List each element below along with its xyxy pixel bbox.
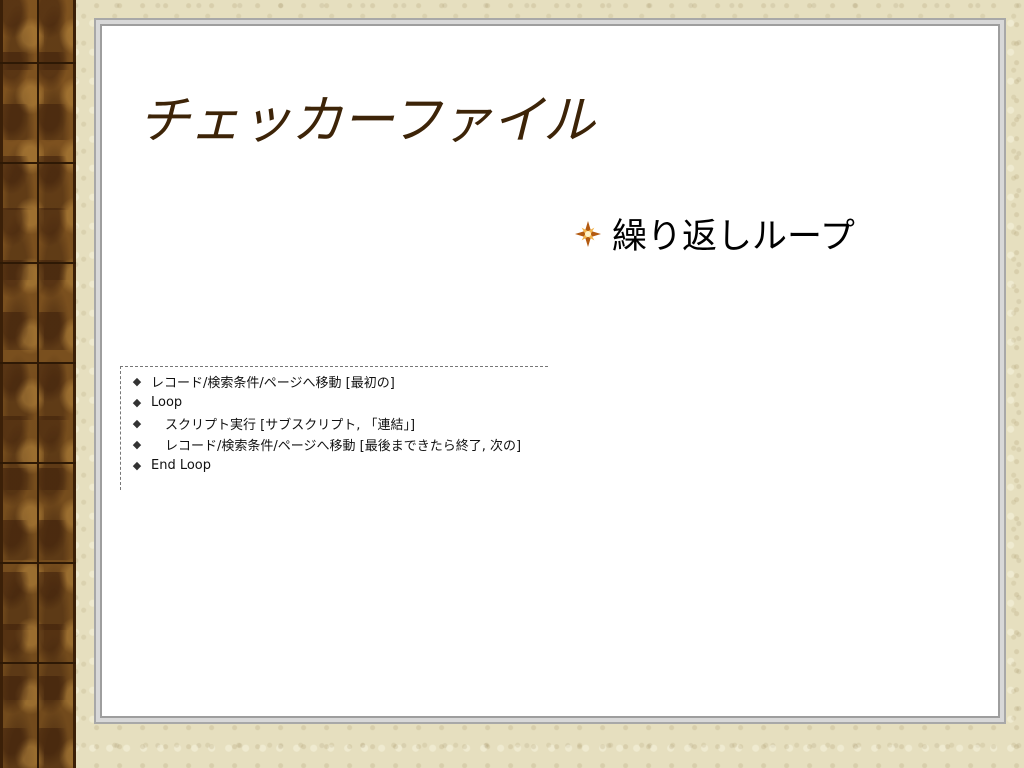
- script-listing: ◆ レコード/検索条件/ページへ移動 [最初の] ◆ Loop ◆ スクリプト実…: [120, 366, 548, 490]
- slide-panel: チェッカーファイル 繰り返しループ ◆ レコード/検索条件/ページへ移動 [最初…: [100, 24, 1000, 718]
- script-line-text: Loop: [151, 394, 183, 410]
- script-line-text: End Loop: [151, 457, 212, 473]
- wood-grid-line: [0, 562, 76, 564]
- bullet-text: 繰り返しループ: [612, 217, 855, 257]
- script-line: ◆ End Loop: [131, 455, 211, 475]
- star-burst-icon: [574, 220, 602, 248]
- script-line-text: レコード/検索条件/ページへ移動 [最初の]: [151, 375, 395, 391]
- wood-grid-line: [0, 62, 76, 64]
- diamond-icon: ◆: [132, 458, 142, 472]
- script-line: ◆ レコード/検索条件/ページへ移動 [最後まできたら終了, 次の]: [131, 434, 521, 454]
- diamond-icon: ◆: [132, 416, 142, 430]
- wood-grid-line: [0, 362, 76, 364]
- bullet-item: 繰り返しループ: [574, 208, 855, 259]
- wood-grid-line: [37, 0, 39, 768]
- script-line-text: レコード/検索条件/ページへ移動 [最後まできたら終了, 次の]: [165, 438, 522, 454]
- wood-grid-line: [0, 662, 76, 664]
- slide-title: チェッカーファイル: [138, 91, 595, 151]
- wood-grid-line: [0, 462, 76, 464]
- script-line: ◆ Loop: [131, 392, 182, 412]
- script-line-text: スクリプト実行 [サブスクリプト, 「連結」]: [165, 417, 416, 433]
- diamond-icon: ◆: [132, 437, 142, 451]
- wood-border-strip: [0, 0, 76, 768]
- script-line: ◆ レコード/検索条件/ページへ移動 [最初の]: [131, 371, 395, 391]
- wood-grid-line: [0, 262, 76, 264]
- diamond-icon: ◆: [132, 374, 142, 388]
- wood-grid-line: [0, 162, 76, 164]
- script-line: ◆ スクリプト実行 [サブスクリプト, 「連結」]: [131, 413, 415, 433]
- diamond-icon: ◆: [132, 395, 142, 409]
